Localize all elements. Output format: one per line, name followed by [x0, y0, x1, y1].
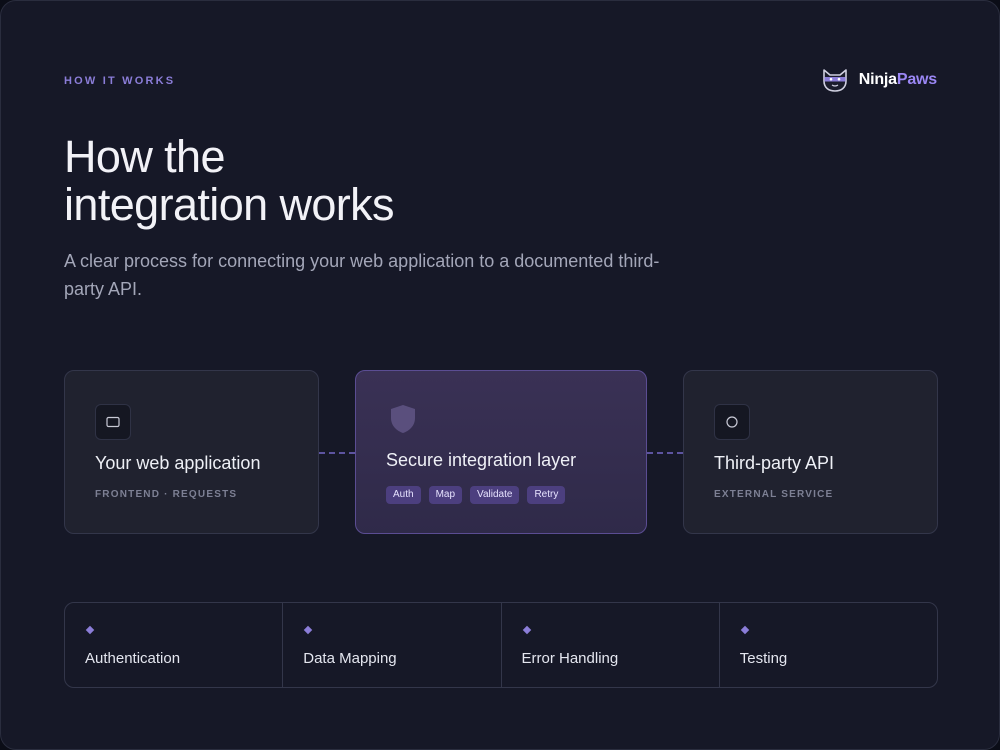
circle-icon — [714, 404, 750, 440]
diamond-icon — [85, 625, 95, 635]
pill-auth: Auth — [386, 486, 421, 504]
feature-label: Testing — [739, 650, 788, 667]
ninja-cat-icon — [822, 69, 847, 92]
card-title: Your web application — [95, 453, 261, 473]
feature-authentication: Authentication — [65, 603, 284, 687]
card-meta: FRONTEND · REQUESTS — [95, 489, 238, 500]
title-line-2: integration works — [64, 179, 395, 230]
title-line-1: How the — [64, 131, 225, 182]
diamond-icon — [740, 625, 749, 635]
card-third-party-api: Third-party API EXTERNAL SERVICE — [683, 370, 938, 534]
section-eyebrow: HOW IT WORKS — [64, 75, 176, 87]
brand-name-part1: Ninja — [858, 71, 897, 88]
feature-label: Data Mapping — [303, 650, 397, 667]
card-integration-layer: Secure integration layer Auth Map Valida… — [355, 370, 647, 534]
diamond-icon — [304, 625, 313, 635]
pill-retry: Retry — [527, 486, 566, 504]
page-subtitle: A clear process for connecting your web … — [64, 251, 660, 299]
feature-error-handling: Error Handling — [502, 603, 720, 687]
feature-data-mapping: Data Mapping — [283, 603, 502, 687]
feature-label: Authentication — [85, 650, 181, 667]
shield-icon — [391, 405, 415, 433]
brand[interactable]: NinjaPaws — [821, 67, 937, 93]
brand-name-part2: Paws — [896, 71, 937, 88]
monitor-icon — [95, 404, 131, 440]
feature-label: Error Handling — [521, 650, 619, 667]
pill-list: Auth Map Validate Retry — [386, 486, 566, 504]
page-title: How the integration works — [64, 131, 395, 230]
card-title: Third-party API — [714, 453, 835, 473]
card-web-application: Your web application FRONTEND · REQUESTS — [64, 370, 319, 534]
brand-name: NinjaPaws — [859, 71, 937, 89]
pill-validate: Validate — [470, 486, 520, 504]
page-frame: HOW IT WORKS NinjaPaws How the integrati… — [0, 0, 1000, 750]
diamond-icon — [522, 625, 531, 635]
card-title: Secure integration layer — [386, 450, 577, 470]
pill-map: Map — [428, 486, 463, 504]
connector-line — [647, 452, 683, 454]
card-meta: EXTERNAL SERVICE — [714, 489, 834, 500]
features-row: Authentication Data Mapping Error Handli… — [64, 602, 938, 688]
connector-line — [319, 452, 355, 454]
feature-testing: Testing — [720, 603, 937, 687]
